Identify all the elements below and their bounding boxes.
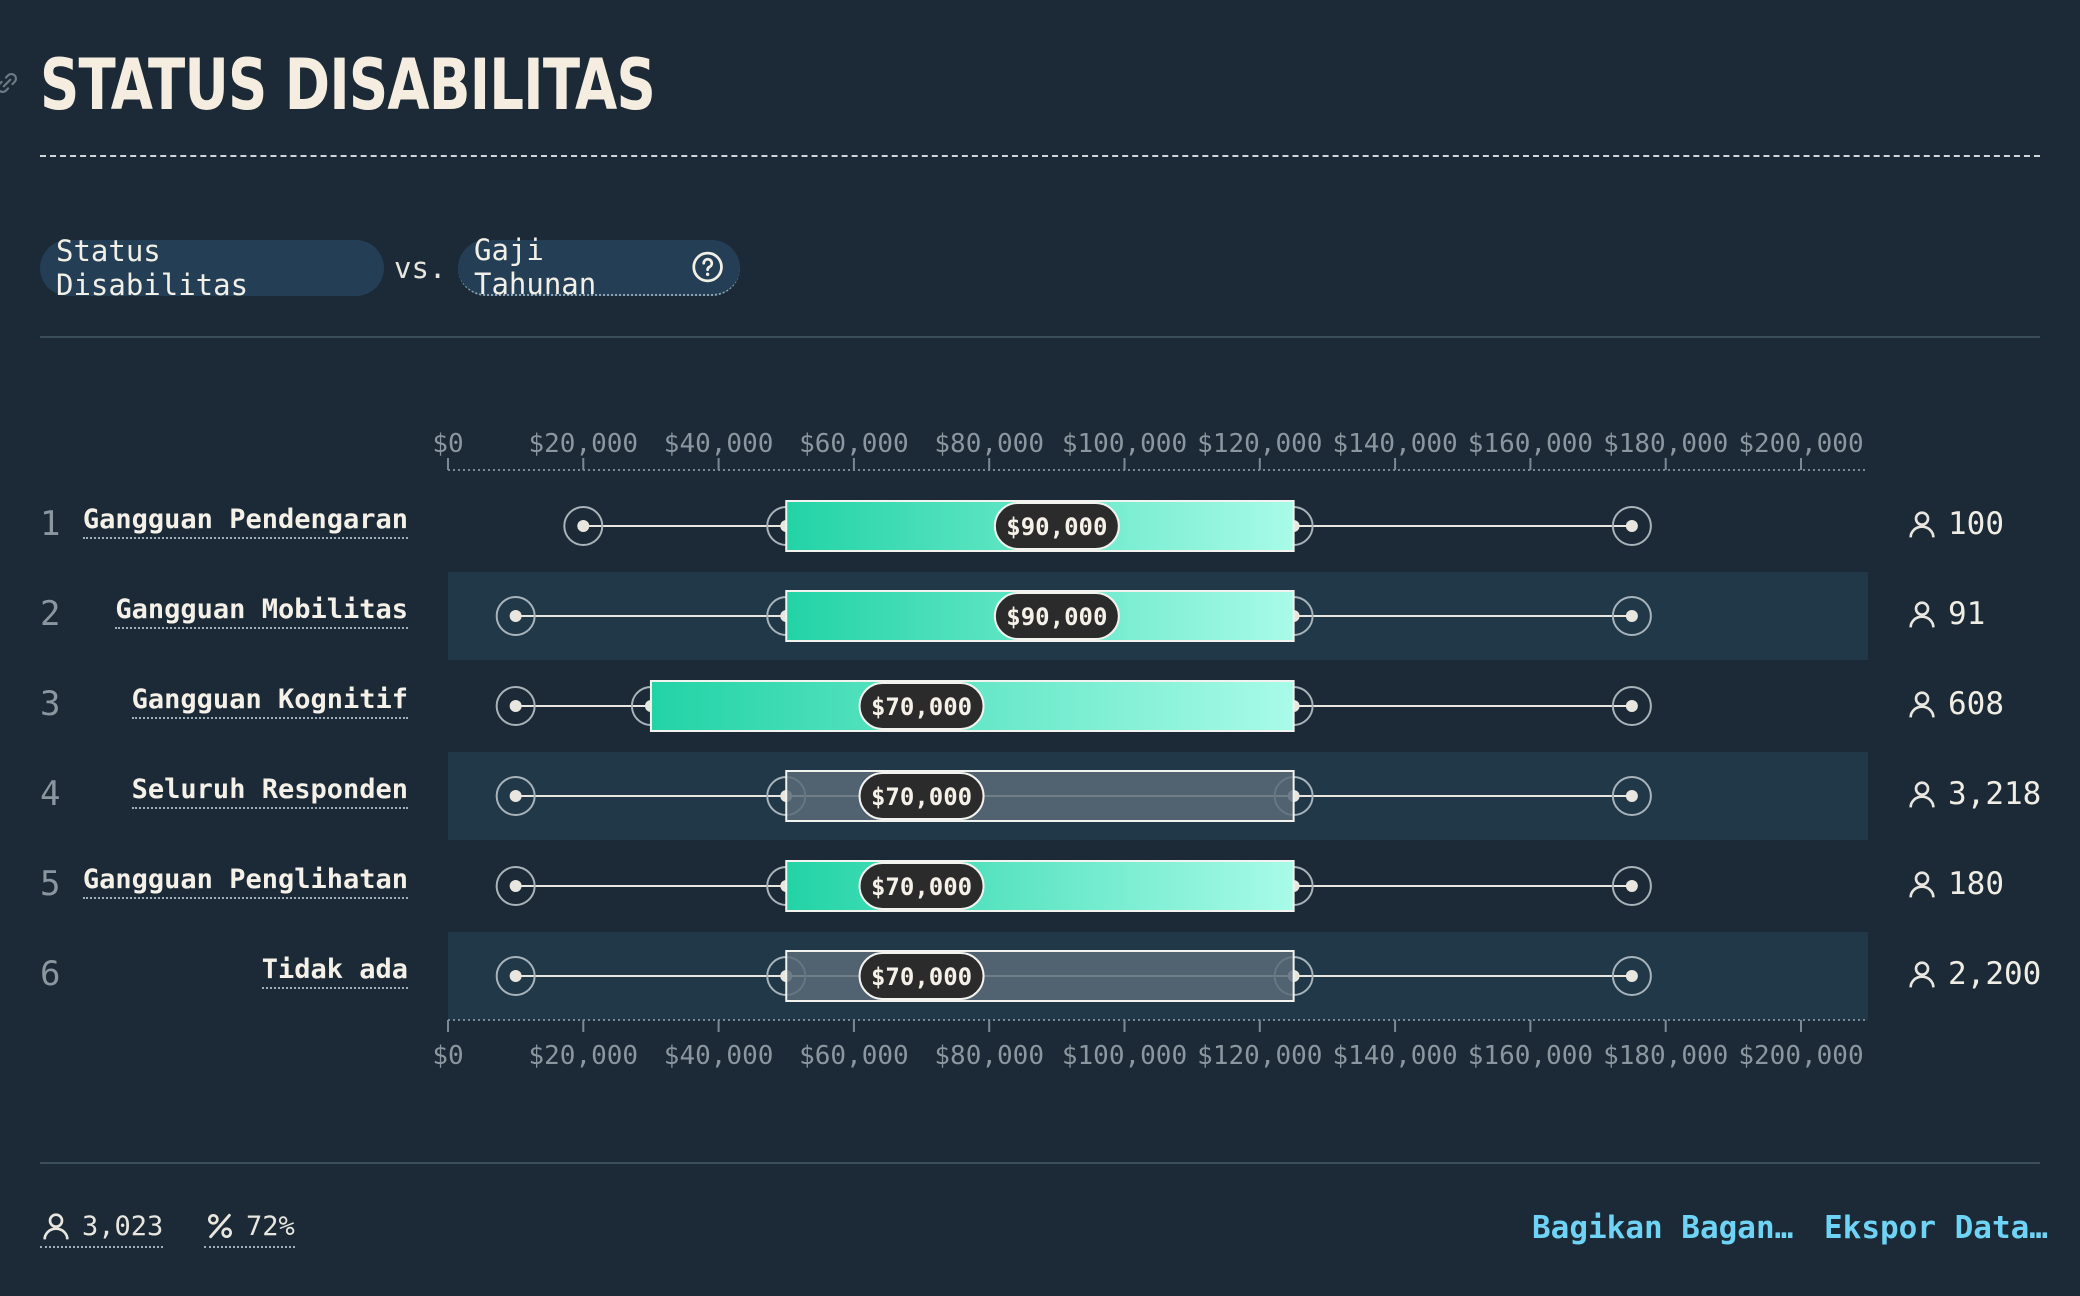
- x-tick-label: $60,000: [799, 429, 909, 459]
- whisker-cap-dot: [1625, 880, 1638, 892]
- person-icon: [1909, 871, 1935, 898]
- x-tick-label: $100,000: [1062, 429, 1187, 459]
- footer-divider: [40, 1162, 2040, 1164]
- x-tick-label: $80,000: [934, 1041, 1044, 1071]
- whisker-cap-dot: [1625, 970, 1638, 982]
- person-icon: [1909, 511, 1935, 538]
- x-tick-label: $160,000: [1468, 429, 1593, 459]
- person-icon: [1909, 691, 1935, 718]
- whisker-cap-dot: [509, 880, 522, 892]
- row-rank: 1: [40, 504, 61, 544]
- respondent-total: 3,023: [40, 1210, 164, 1248]
- share-chart-link[interactable]: Bagikan Bagan…: [1532, 1210, 1793, 1246]
- percent-icon: [208, 1213, 232, 1239]
- whisker-cap-dot: [1625, 610, 1638, 622]
- row-rank: 6: [40, 954, 61, 994]
- median-label: $70,000: [871, 693, 972, 721]
- whisker-cap-dot: [509, 700, 522, 712]
- row-category-label[interactable]: Gangguan Kognitif: [131, 684, 408, 719]
- x-tick-label: $120,000: [1197, 429, 1322, 459]
- x-tick-label: $60,000: [799, 1041, 909, 1071]
- x-tick-label: $160,000: [1468, 1041, 1593, 1071]
- whisker-cap-dot: [1625, 520, 1638, 532]
- row-count: 91: [1906, 596, 1985, 632]
- row-count: 100: [1906, 506, 2004, 542]
- whisker-cap-dot: [509, 970, 522, 982]
- row-count-value: 91: [1948, 596, 1986, 632]
- x-tick-label: $200,000: [1738, 429, 1863, 459]
- median-label: $90,000: [1006, 603, 1107, 631]
- person-icon: [1909, 781, 1935, 808]
- median-label: $70,000: [871, 783, 972, 811]
- whisker-cap-dot: [509, 610, 522, 622]
- row-count: 3,218: [1906, 776, 2041, 812]
- row-rank: 3: [40, 684, 61, 724]
- x-tick-label: $40,000: [664, 1041, 774, 1071]
- x-tick-label: $0: [432, 1041, 463, 1071]
- median-label: $90,000: [1006, 513, 1107, 541]
- x-tick-label: $180,000: [1603, 1041, 1728, 1071]
- median-label: $70,000: [871, 963, 972, 991]
- response-rate-value: 72%: [246, 1210, 295, 1242]
- row-count-value: 100: [1948, 506, 2004, 542]
- person-icon: [1909, 961, 1935, 988]
- x-tick-label: $80,000: [934, 429, 1044, 459]
- whisker-cap-dot: [509, 790, 522, 802]
- row-count: 608: [1906, 686, 2004, 722]
- row-category-label[interactable]: Gangguan Pendengaran: [82, 504, 408, 539]
- x-tick-label: $140,000: [1332, 429, 1457, 459]
- x-tick-label: $20,000: [529, 429, 639, 459]
- row-rank: 2: [40, 594, 61, 634]
- x-tick-label: $140,000: [1332, 1041, 1457, 1071]
- salary-box-chart: $0 $20,000 $40,000 $60,000 $80,000 $100,000 $1…: [432, 429, 1868, 1071]
- x-tick-label: $120,000: [1197, 1041, 1322, 1071]
- row-category-label[interactable]: Gangguan Mobilitas: [115, 594, 408, 629]
- whisker-cap-dot: [577, 520, 590, 532]
- row-count: 2,200: [1906, 956, 2041, 992]
- row-category-label[interactable]: Tidak ada: [261, 954, 408, 989]
- row-count-value: 3,218: [1948, 776, 2042, 812]
- export-data-link[interactable]: Ekspor Data…: [1824, 1210, 2048, 1246]
- person-icon: [1909, 601, 1935, 628]
- row-count-value: 180: [1948, 866, 2004, 902]
- x-tick-label: $100,000: [1062, 1041, 1187, 1071]
- row-count: 180: [1906, 866, 2004, 902]
- x-tick-label: $40,000: [664, 429, 774, 459]
- x-tick-label: $180,000: [1603, 429, 1728, 459]
- row-count-value: 608: [1948, 686, 2004, 722]
- median-label: $70,000: [871, 873, 972, 901]
- person-icon: [43, 1213, 69, 1240]
- x-tick-label: $20,000: [529, 1041, 639, 1071]
- row-category-label[interactable]: Seluruh Responden: [131, 774, 408, 809]
- respondent-total-value: 3,023: [82, 1210, 164, 1242]
- row-rank: 4: [40, 774, 61, 814]
- x-tick-label: $0: [432, 429, 463, 459]
- row-category-label[interactable]: Gangguan Penglihatan: [82, 864, 408, 899]
- row-count-value: 2,200: [1948, 956, 2042, 992]
- response-rate: 72%: [204, 1210, 295, 1248]
- whisker-cap-dot: [1625, 700, 1638, 712]
- whisker-cap-dot: [1625, 790, 1638, 802]
- x-tick-label: $200,000: [1738, 1041, 1863, 1071]
- row-rank: 5: [40, 864, 61, 904]
